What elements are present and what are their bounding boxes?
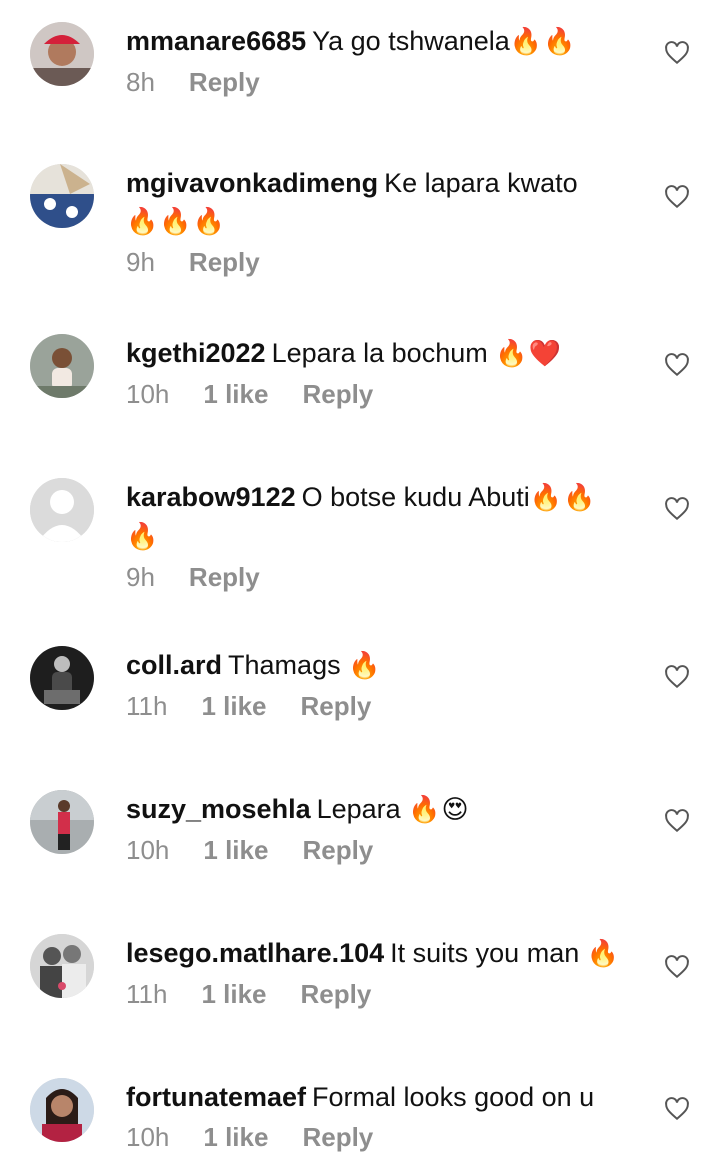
reply-button[interactable]: Reply xyxy=(302,377,373,411)
comment-time: 8h xyxy=(126,67,155,97)
comment-text: Formal looks good on u xyxy=(312,1082,595,1112)
heart-icon[interactable] xyxy=(664,954,690,980)
heart-icon[interactable] xyxy=(664,808,690,834)
reply-button[interactable]: Reply xyxy=(189,245,260,279)
comment-time: 9h xyxy=(126,562,155,592)
comment-time: 10h xyxy=(126,379,170,409)
user-avatar[interactable] xyxy=(30,22,94,86)
user-avatar[interactable] xyxy=(30,478,94,542)
comment-emoji: 🔥🔥 xyxy=(509,27,577,57)
heart-icon[interactable] xyxy=(664,184,690,210)
user-avatar[interactable] xyxy=(30,934,94,998)
heart-icon[interactable] xyxy=(664,40,690,66)
comment-username[interactable]: coll.ard xyxy=(126,650,222,680)
comment-text: Lepara xyxy=(316,794,401,824)
comment-likes[interactable]: 1 like xyxy=(203,1120,268,1154)
comment-time: 11h xyxy=(126,979,168,1009)
comment-username[interactable]: karabow9122 xyxy=(126,482,296,512)
comment-text: Thamags xyxy=(228,650,341,680)
user-avatar[interactable] xyxy=(30,334,94,398)
heart-icon[interactable] xyxy=(664,664,690,690)
comment-username[interactable]: mgivavonkadimeng xyxy=(126,168,378,198)
comment-emoji: 🔥 xyxy=(348,651,382,681)
comment-username[interactable]: fortunatemaef xyxy=(126,1082,306,1112)
comment-username[interactable]: lesego.matlhare.104 xyxy=(126,938,384,968)
heart-icon[interactable] xyxy=(664,1096,690,1122)
user-avatar[interactable] xyxy=(30,164,94,228)
heart-icon[interactable] xyxy=(664,352,690,378)
comment-likes[interactable]: 1 like xyxy=(201,689,266,723)
reply-button[interactable]: Reply xyxy=(302,833,373,867)
comment-text: Lepara la bochum xyxy=(271,338,488,368)
reply-button[interactable]: Reply xyxy=(301,689,372,723)
reply-button[interactable]: Reply xyxy=(302,1120,373,1154)
reply-button[interactable]: Reply xyxy=(189,560,260,594)
comment-username[interactable]: kgethi2022 xyxy=(126,338,266,368)
comment-emoji: 🔥❤️ xyxy=(495,339,562,369)
user-avatar[interactable] xyxy=(30,646,94,710)
comment-time: 9h xyxy=(126,247,155,277)
comment-likes[interactable]: 1 like xyxy=(201,977,266,1011)
comment-emoji: 🔥 xyxy=(586,939,621,969)
comment-time: 10h xyxy=(126,1122,170,1152)
comment-username[interactable]: mmanare6685 xyxy=(126,26,306,56)
comment-username[interactable]: suzy_mosehla xyxy=(126,794,311,824)
user-avatar[interactable] xyxy=(30,790,94,854)
comment-text: It suits you man xyxy=(390,938,580,968)
comment-text: Ya go tshwanela xyxy=(312,26,510,56)
comment-emoji: 🔥🔥🔥 xyxy=(126,207,227,237)
comment-likes[interactable]: 1 like xyxy=(203,377,268,411)
comment-emoji: 🔥😍 xyxy=(408,795,470,825)
comment-text: Ke lapara kwato xyxy=(384,168,578,198)
comment-time: 11h xyxy=(126,691,168,721)
user-avatar[interactable] xyxy=(30,1078,94,1142)
comment-time: 10h xyxy=(126,835,170,865)
reply-button[interactable]: Reply xyxy=(189,65,260,99)
reply-button[interactable]: Reply xyxy=(301,977,372,1011)
comment-likes[interactable]: 1 like xyxy=(203,833,268,867)
heart-icon[interactable] xyxy=(664,496,690,522)
comment-text: O botse kudu Abuti xyxy=(301,482,530,512)
